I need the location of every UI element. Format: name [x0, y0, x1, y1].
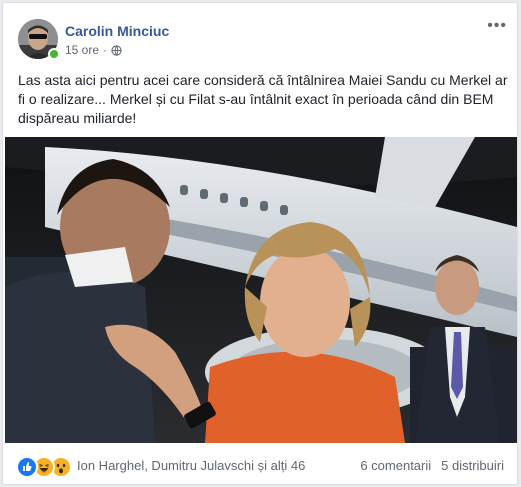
- post-text: Las asta aici pentru acei care consideră…: [18, 72, 508, 126]
- post-meta: 15 ore ·: [65, 43, 122, 57]
- post-header: Carolin Minciuc 15 ore · •••: [3, 3, 517, 67]
- author-name[interactable]: Carolin Minciuc: [65, 23, 169, 39]
- reaction-icons[interactable]: [16, 456, 72, 478]
- reaction-names[interactable]: Ion Harghel, Dumitru Julavschi și alți 4…: [77, 458, 305, 473]
- engagement-counts: 6 comentarii 5 distribuiri: [360, 458, 504, 473]
- comments-count[interactable]: 6 comentarii: [360, 458, 431, 473]
- like-icon: [16, 456, 38, 478]
- globe-icon[interactable]: [111, 44, 122, 56]
- post-timestamp[interactable]: 15 ore: [65, 43, 99, 57]
- post-photo[interactable]: [5, 137, 517, 443]
- meta-separator: ·: [103, 43, 108, 57]
- post-card: Carolin Minciuc 15 ore · ••• Las asta ai…: [2, 2, 518, 485]
- photo-image: [5, 137, 517, 443]
- author-avatar[interactable]: [18, 19, 60, 60]
- more-options-button[interactable]: •••: [487, 18, 507, 34]
- shares-count[interactable]: 5 distribuiri: [441, 458, 504, 473]
- online-status-dot: [48, 48, 60, 60]
- post-footer: Ion Harghel, Dumitru Julavschi și alți 4…: [3, 443, 517, 484]
